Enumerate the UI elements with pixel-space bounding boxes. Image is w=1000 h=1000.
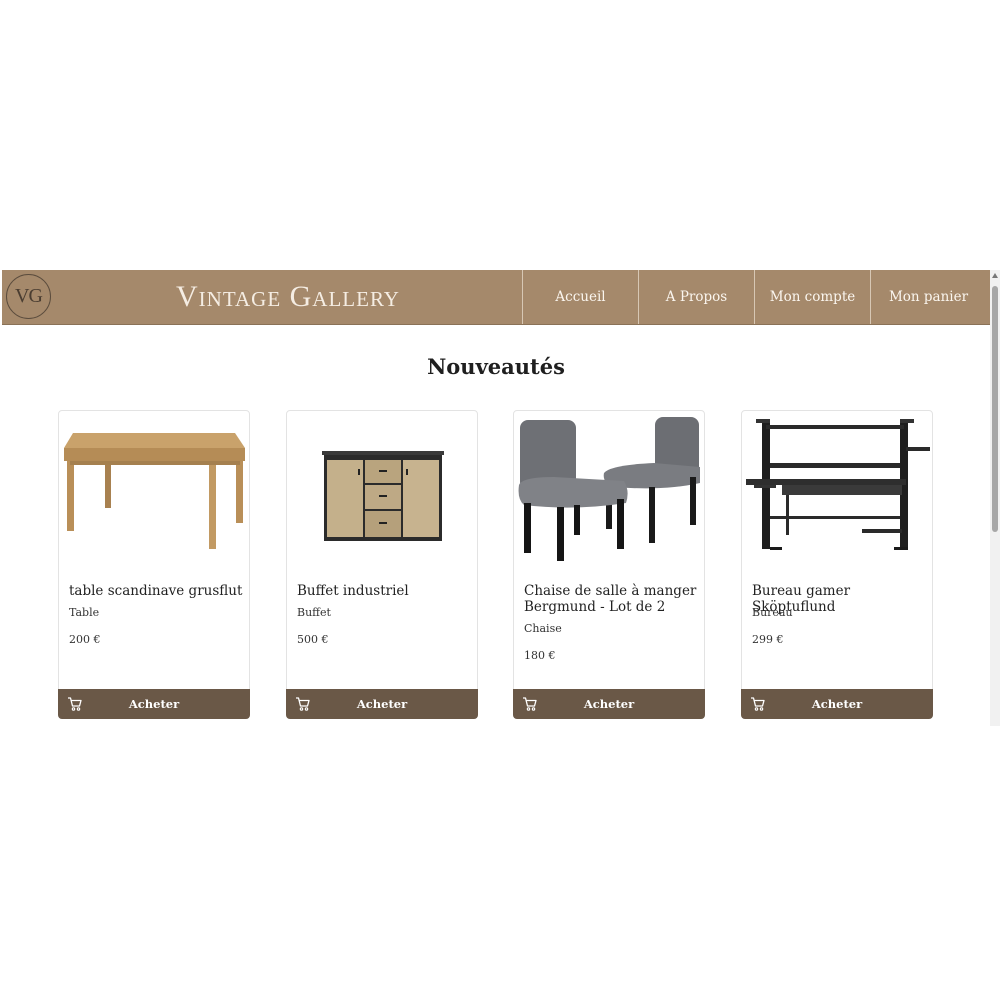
buy-button[interactable]: Acheter bbox=[741, 689, 933, 719]
scroll-up-arrow-icon[interactable] bbox=[992, 273, 998, 278]
product-category: Table bbox=[69, 606, 100, 619]
product-image-table[interactable] bbox=[59, 411, 249, 561]
product-name: Buffet industriel bbox=[297, 583, 409, 599]
site-header: VG Vintage Gallery Accueil A Propos Mon … bbox=[2, 270, 990, 325]
scrollbar[interactable] bbox=[990, 270, 1000, 726]
buy-button-label: Acheter bbox=[128, 697, 180, 711]
scroll-thumb[interactable] bbox=[992, 286, 998, 532]
buy-button-label: Acheter bbox=[811, 697, 863, 711]
nav-mon-compte[interactable]: Mon compte bbox=[754, 270, 870, 324]
product-name: table scandinave grusflut bbox=[69, 583, 243, 599]
cart-icon bbox=[751, 697, 765, 711]
product-image-chairs[interactable] bbox=[514, 411, 704, 561]
section-title: Nouveautés bbox=[427, 354, 565, 379]
product-card[interactable]: Chaise de salle à manger Bergmund - Lot … bbox=[513, 410, 705, 719]
product-price: 299 € bbox=[752, 633, 784, 646]
brand-title[interactable]: Vintage Gallery bbox=[2, 270, 574, 324]
buy-button[interactable]: Acheter bbox=[58, 689, 250, 719]
product-price: 500 € bbox=[297, 633, 329, 646]
cart-icon bbox=[68, 697, 82, 711]
main-nav: Accueil A Propos Mon compte Mon panier bbox=[522, 270, 986, 324]
product-image-buffet[interactable] bbox=[287, 411, 477, 561]
buy-button-label: Acheter bbox=[356, 697, 408, 711]
product-category: Buffet bbox=[297, 606, 331, 619]
nav-mon-panier[interactable]: Mon panier bbox=[870, 270, 986, 324]
product-name: Chaise de salle à manger Bergmund - Lot … bbox=[524, 583, 697, 615]
product-card[interactable]: table scandinave grusflut Table 200 € Ac… bbox=[58, 410, 250, 719]
cart-icon bbox=[296, 697, 310, 711]
product-price: 200 € bbox=[69, 633, 101, 646]
product-category: Chaise bbox=[524, 622, 562, 635]
nav-a-propos[interactable]: A Propos bbox=[638, 270, 754, 324]
buy-button[interactable]: Acheter bbox=[513, 689, 705, 719]
product-price: 180 € bbox=[524, 649, 556, 662]
browser-viewport: VG Vintage Gallery Accueil A Propos Mon … bbox=[2, 270, 1000, 726]
nav-accueil[interactable]: Accueil bbox=[522, 270, 638, 324]
product-category: Bureau bbox=[752, 606, 793, 619]
buy-button-label: Acheter bbox=[583, 697, 635, 711]
product-card[interactable]: Bureau gamer Sköptuflund Bureau 299 € Ac… bbox=[741, 410, 933, 719]
product-image-desk[interactable] bbox=[742, 411, 932, 561]
cart-icon bbox=[523, 697, 537, 711]
buy-button[interactable]: Acheter bbox=[286, 689, 478, 719]
product-card[interactable]: Buffet industriel Buffet 500 € Acheter bbox=[286, 410, 478, 719]
